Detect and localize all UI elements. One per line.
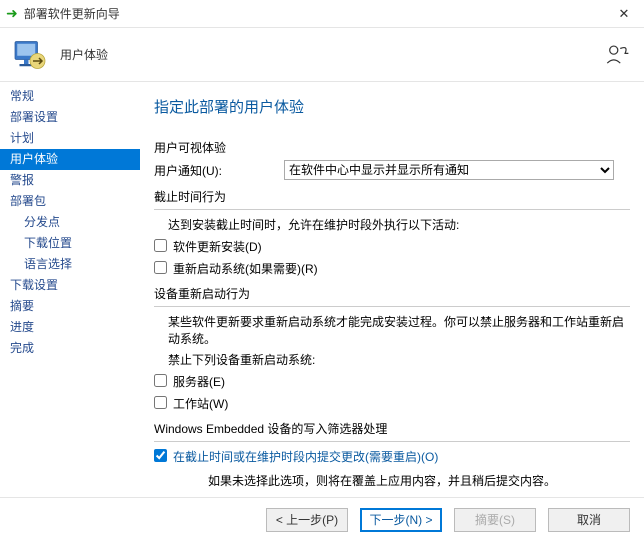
sidebar-item-package[interactable]: 部署包 [0, 191, 140, 212]
sidebar-item-complete[interactable]: 完成 [0, 338, 140, 359]
wizard-arrow-icon: ➜ [6, 5, 18, 22]
divider [154, 306, 630, 307]
title-bar: ➜ 部署软件更新向导 ✕ [0, 0, 644, 28]
sidebar-item-distribution-points[interactable]: 分发点 [0, 212, 140, 233]
wizard-footer: < 上一步(P) 下一步(N) > 摘要(S) 取消 [0, 497, 644, 541]
sidebar-item-alerts[interactable]: 警报 [0, 170, 140, 191]
sidebar-item-summary[interactable]: 摘要 [0, 296, 140, 317]
divider [154, 441, 630, 442]
restart-desc: 某些软件更新要求重新启动系统才能完成安装过程。你可以禁止服务器和工作站重新启动系… [168, 313, 630, 347]
content-heading: 指定此部署的用户体验 [154, 96, 630, 117]
section-restart-label: 设备重新启动行为 [154, 285, 630, 302]
cb-software-install[interactable] [154, 239, 167, 252]
wizard-sidebar: 常规 部署设置 计划 用户体验 警报 部署包 分发点 下载位置 语言选择 下载设… [0, 82, 140, 497]
sidebar-item-download-location[interactable]: 下载位置 [0, 233, 140, 254]
suppress-label: 禁止下列设备重新启动系统: [168, 351, 630, 368]
help-person-icon[interactable] [604, 42, 630, 68]
embedded-note: 如果未选择此选项，则将在覆盖上应用内容，并且稍后提交内容。 [208, 470, 630, 489]
summary-button[interactable]: 摘要(S) [454, 508, 536, 532]
user-notify-select[interactable]: 在软件中心中显示并显示所有通知 [284, 160, 614, 180]
sidebar-item-user-experience[interactable]: 用户体验 [0, 149, 140, 170]
deadline-desc: 达到安装截止时间时，允许在维护时段外执行以下活动: [168, 216, 630, 233]
wizard-logo-icon [12, 37, 48, 73]
sidebar-item-deploy-settings[interactable]: 部署设置 [0, 107, 140, 128]
prev-button[interactable]: < 上一步(P) [266, 508, 348, 532]
cancel-button[interactable]: 取消 [548, 508, 630, 532]
user-notify-label: 用户通知(U): [154, 162, 284, 179]
cb-server-label: 服务器(E) [173, 373, 225, 390]
cb-commit-changes[interactable] [154, 449, 167, 462]
sidebar-item-schedule[interactable]: 计划 [0, 128, 140, 149]
sidebar-item-progress[interactable]: 进度 [0, 317, 140, 338]
cb-commit-changes-label: 在截止时间或在维护时段内提交更改(需要重启)(O) [173, 448, 438, 465]
page-title: 用户体验 [60, 46, 108, 63]
cb-workstation[interactable] [154, 396, 167, 409]
next-button[interactable]: 下一步(N) > [360, 508, 442, 532]
cb-software-install-label: 软件更新安装(D) [173, 238, 262, 255]
cb-server[interactable] [154, 374, 167, 387]
window-close-button[interactable]: ✕ [604, 0, 644, 28]
wizard-header: 用户体验 [0, 28, 644, 82]
divider [154, 209, 630, 210]
section-deadline-label: 截止时间行为 [154, 188, 630, 205]
sidebar-item-language[interactable]: 语言选择 [0, 254, 140, 275]
cb-system-restart-label: 重新启动系统(如果需要)(R) [173, 260, 318, 277]
window-title: 部署软件更新向导 [24, 5, 604, 22]
cb-workstation-label: 工作站(W) [173, 395, 228, 412]
sidebar-item-download-settings[interactable]: 下载设置 [0, 275, 140, 296]
wizard-content: 指定此部署的用户体验 用户可视体验 用户通知(U): 在软件中心中显示并显示所有… [140, 82, 644, 497]
wizard-body: 常规 部署设置 计划 用户体验 警报 部署包 分发点 下载位置 语言选择 下载设… [0, 82, 644, 497]
section-embedded-label: Windows Embedded 设备的写入筛选器处理 [154, 420, 630, 437]
cb-system-restart[interactable] [154, 261, 167, 274]
section-user-visual-label: 用户可视体验 [154, 139, 630, 156]
sidebar-item-general[interactable]: 常规 [0, 86, 140, 107]
